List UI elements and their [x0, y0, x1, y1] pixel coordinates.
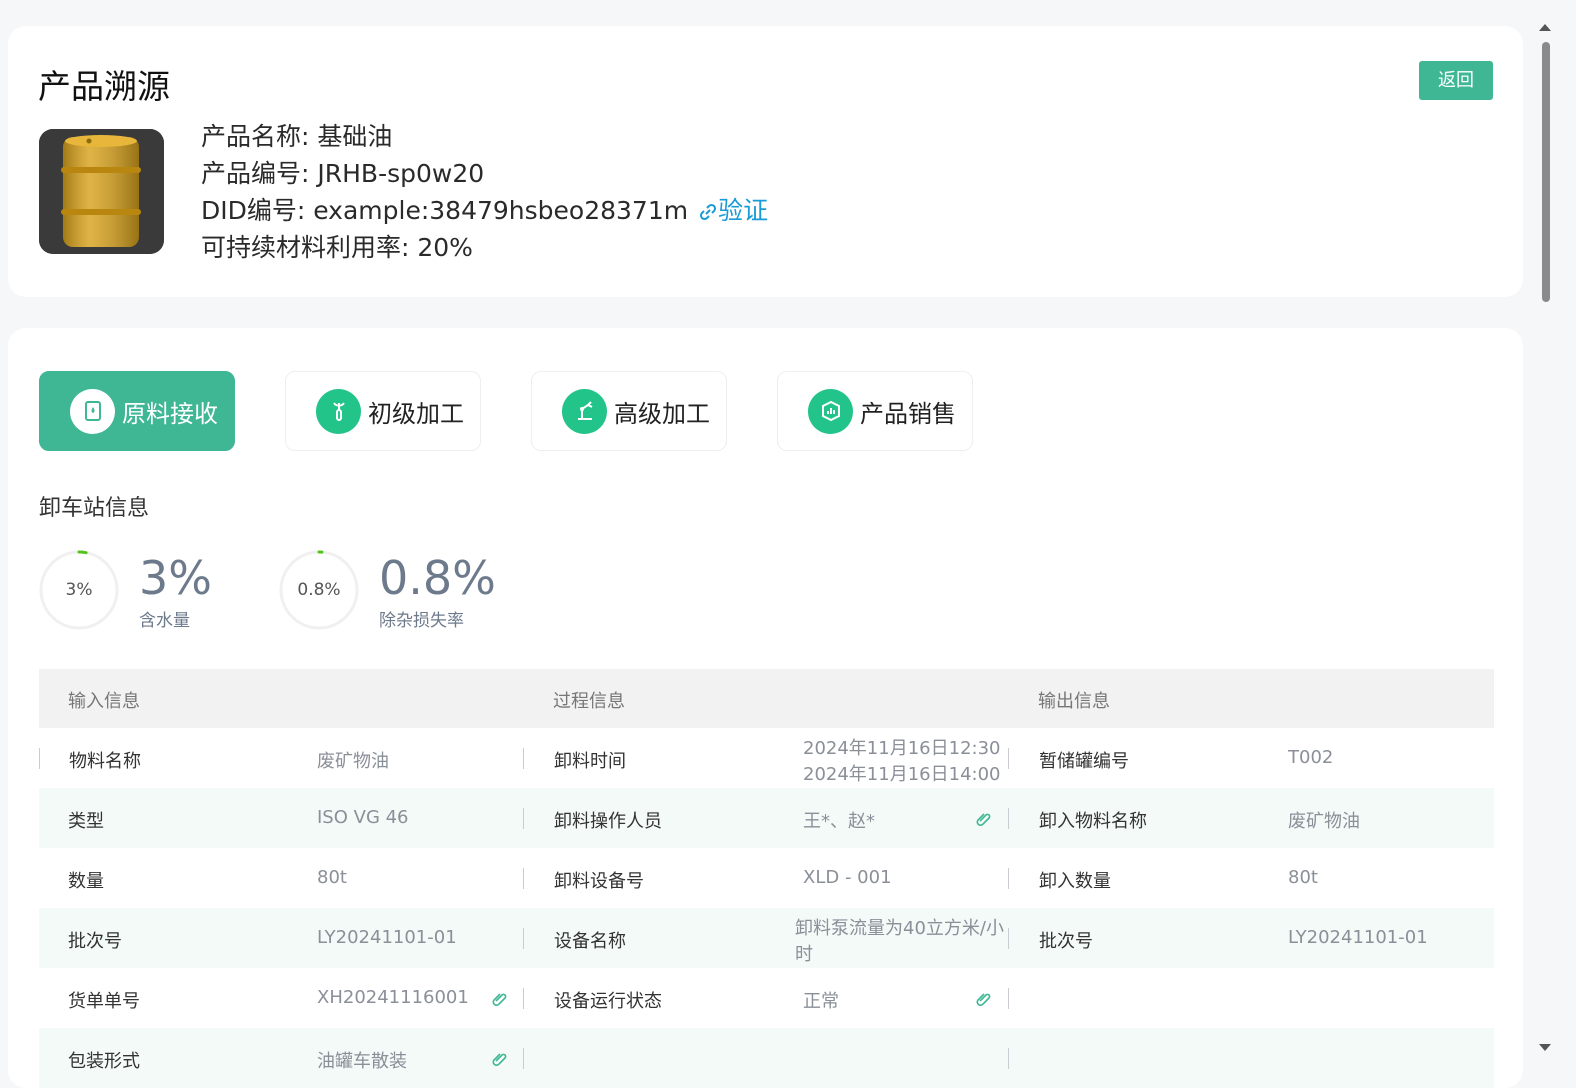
cell-value: 废矿物油: [1288, 811, 1360, 832]
cell-label: 类型: [68, 811, 104, 832]
cell-value: 2024年11月16日14:00: [803, 764, 1001, 785]
divider: [1008, 748, 1009, 769]
product-info: 产品名称: 基础油 产品编号: JRHB-sp0w20 DID编号: examp…: [201, 118, 768, 266]
cell-label: 卸入数量: [1039, 871, 1111, 892]
table-row: 数量 80t 卸料设备号 XLD - 001 卸入数量 80t: [39, 848, 1494, 908]
trace-detail-card: 原料接收 初级加工 高级加工 产品销售 卸车站信息 3% 3% 含水量 0.8%…: [8, 328, 1523, 1088]
divider: [523, 748, 524, 769]
cell-label: 批次号: [1039, 931, 1093, 952]
tab-label: 产品销售: [860, 399, 956, 428]
cell-value: 正常: [803, 991, 839, 1012]
cell-label: 数量: [68, 871, 104, 892]
sales-chart-icon: [808, 388, 853, 434]
cell-label: 暂储罐编号: [1039, 751, 1129, 772]
scroll-up-arrow-icon[interactable]: [1539, 24, 1551, 31]
cell-label: 货单单号: [68, 991, 140, 1012]
stat-label: 除杂损失率: [379, 611, 464, 631]
cell-value: LY20241101-01: [1288, 927, 1428, 948]
divider: [1008, 808, 1009, 829]
cell-value: 废矿物油: [317, 751, 389, 772]
tab-raw-material-receiving[interactable]: 原料接收: [39, 371, 235, 451]
cell-value: ISO VG 46: [317, 807, 409, 828]
product-code: 产品编号: JRHB-sp0w20: [201, 159, 485, 188]
sustainable-rate: 可持续材料利用率: 20%: [201, 233, 473, 262]
tab-product-sales[interactable]: 产品销售: [777, 371, 973, 451]
cell-label: 包装形式: [68, 1051, 140, 1072]
link-icon: [700, 203, 717, 221]
back-button[interactable]: 返回: [1419, 61, 1493, 100]
cell-label: 卸入物料名称: [1039, 811, 1147, 832]
cell-label: 批次号: [68, 931, 122, 952]
header-output-info: 输出信息: [1038, 691, 1110, 712]
attachment-icon[interactable]: [976, 810, 992, 831]
divider: [523, 1048, 524, 1069]
cell-value: XLD - 001: [803, 867, 892, 888]
cell-value: 2024年11月16日12:30: [803, 738, 1001, 759]
verify-label: 验证: [718, 196, 769, 225]
divider: [523, 988, 524, 1009]
cell-value: 80t: [1288, 867, 1318, 888]
table-row: 物料名称 废矿物油 卸料时间 2024年11月16日12:30 2024年11月…: [39, 728, 1494, 788]
tab-label: 原料接收: [122, 399, 218, 428]
tool-icon: [316, 388, 361, 434]
attachment-icon[interactable]: [492, 1050, 508, 1071]
did-code: DID编号: example:38479hsbeo28371m: [201, 196, 689, 225]
cell-value: XH20241116001: [317, 987, 469, 1008]
cell-value: 油罐车散装: [317, 1051, 407, 1072]
table-row: 货单单号 XH20241116001 设备运行状态 正常: [39, 968, 1494, 1028]
product-name: 产品名称: 基础油: [201, 122, 393, 151]
divider: [523, 808, 524, 829]
header-process-info: 过程信息: [553, 691, 625, 712]
oil-barrel-image: [39, 129, 164, 254]
cell-value: 卸料泵流量为40立方米/小: [795, 918, 1004, 939]
barrel-icon: [70, 388, 115, 434]
divider: [39, 748, 40, 769]
cell-value: 80t: [317, 867, 347, 888]
tab-label: 高级加工: [614, 399, 710, 428]
ring-label: 0.8%: [297, 580, 341, 600]
scroll-thumb[interactable]: [1542, 42, 1550, 302]
header-input-info: 输入信息: [68, 691, 140, 712]
tab-label: 初级加工: [368, 399, 464, 428]
stat-value: 3%: [139, 551, 212, 605]
table-row: 批次号 LY20241101-01 设备名称 卸料泵流量为40立方米/小 时 批…: [39, 908, 1494, 968]
cell-label: 卸料设备号: [554, 871, 644, 892]
cell-label: 物料名称: [69, 751, 141, 772]
cell-value: LY20241101-01: [317, 927, 457, 948]
page-title: 产品溯源: [38, 67, 170, 106]
product-header-card: 产品溯源 返回 产品名称: 基础油 产品编号: JRHB-sp0w20 DID编…: [8, 26, 1523, 297]
cell-value: T002: [1288, 747, 1334, 768]
divider: [1008, 868, 1009, 889]
divider: [1008, 1048, 1009, 1069]
divider: [1008, 928, 1009, 949]
cell-label: 设备名称: [554, 931, 626, 952]
product-image: [39, 129, 164, 254]
robot-arm-icon: [562, 388, 607, 434]
cell-value: 时: [795, 944, 813, 965]
table-row: 类型 ISO VG 46 卸料操作人员 王*、赵* 卸入物料名称 废矿物油: [39, 788, 1494, 848]
tab-advanced-processing[interactable]: 高级加工: [531, 371, 727, 451]
cell-value: 王*、赵*: [803, 811, 875, 832]
table-header: 输入信息 过程信息 输出信息: [39, 669, 1494, 728]
divider: [523, 868, 524, 889]
stat-label: 含水量: [139, 611, 190, 631]
scroll-down-arrow-icon[interactable]: [1539, 1044, 1551, 1051]
ring-label: 3%: [65, 580, 93, 600]
verify-link[interactable]: 验证: [698, 196, 768, 225]
did-line: DID编号: example:38479hsbeo28371m 验证: [201, 192, 768, 229]
divider: [523, 928, 524, 949]
cell-label: 卸料操作人员: [554, 811, 662, 832]
stat-value: 0.8%: [379, 551, 496, 605]
page-scrollbar[interactable]: [1535, 20, 1555, 1060]
section-title: 卸车站信息: [39, 496, 150, 521]
cell-label: 卸料时间: [554, 751, 626, 772]
cell-label: 设备运行状态: [554, 991, 662, 1012]
table-row: 包装形式 油罐车散装: [39, 1028, 1494, 1088]
attachment-icon[interactable]: [492, 990, 508, 1011]
trace-table: 输入信息 过程信息 输出信息 物料名称 废矿物油 卸料时间 2024年11月16…: [39, 669, 1494, 1088]
tab-primary-processing[interactable]: 初级加工: [285, 371, 481, 451]
divider: [1008, 988, 1009, 1009]
attachment-icon[interactable]: [976, 990, 992, 1011]
